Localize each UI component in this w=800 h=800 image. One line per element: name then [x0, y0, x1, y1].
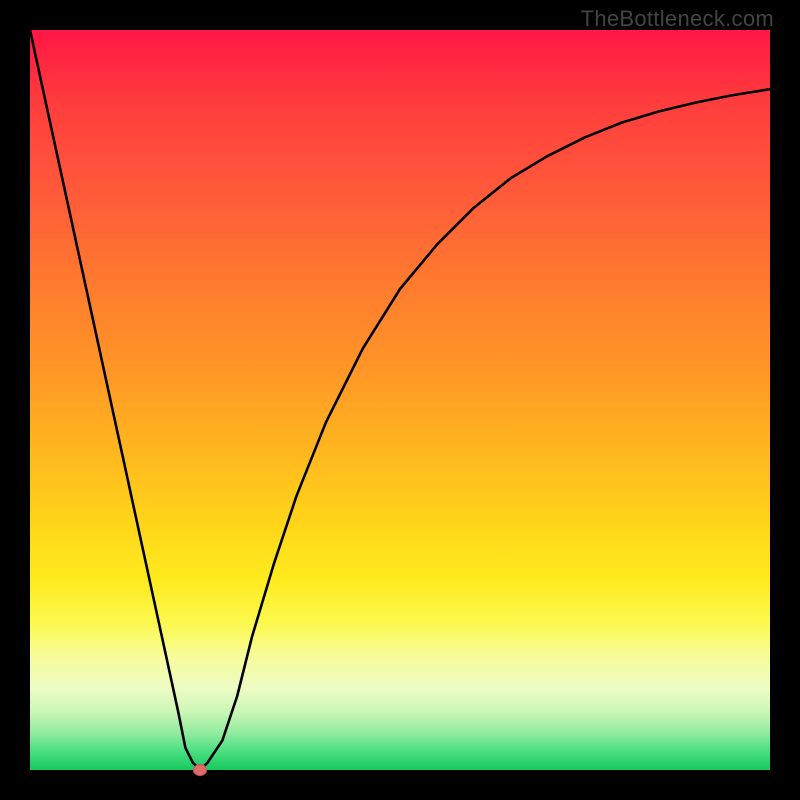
- minimum-marker: [193, 764, 207, 776]
- plot-area: [30, 30, 770, 770]
- curve-layer: [30, 30, 770, 770]
- bottleneck-curve: [30, 30, 770, 770]
- chart-frame: TheBottleneck.com: [0, 0, 800, 800]
- watermark-text: TheBottleneck.com: [581, 6, 774, 32]
